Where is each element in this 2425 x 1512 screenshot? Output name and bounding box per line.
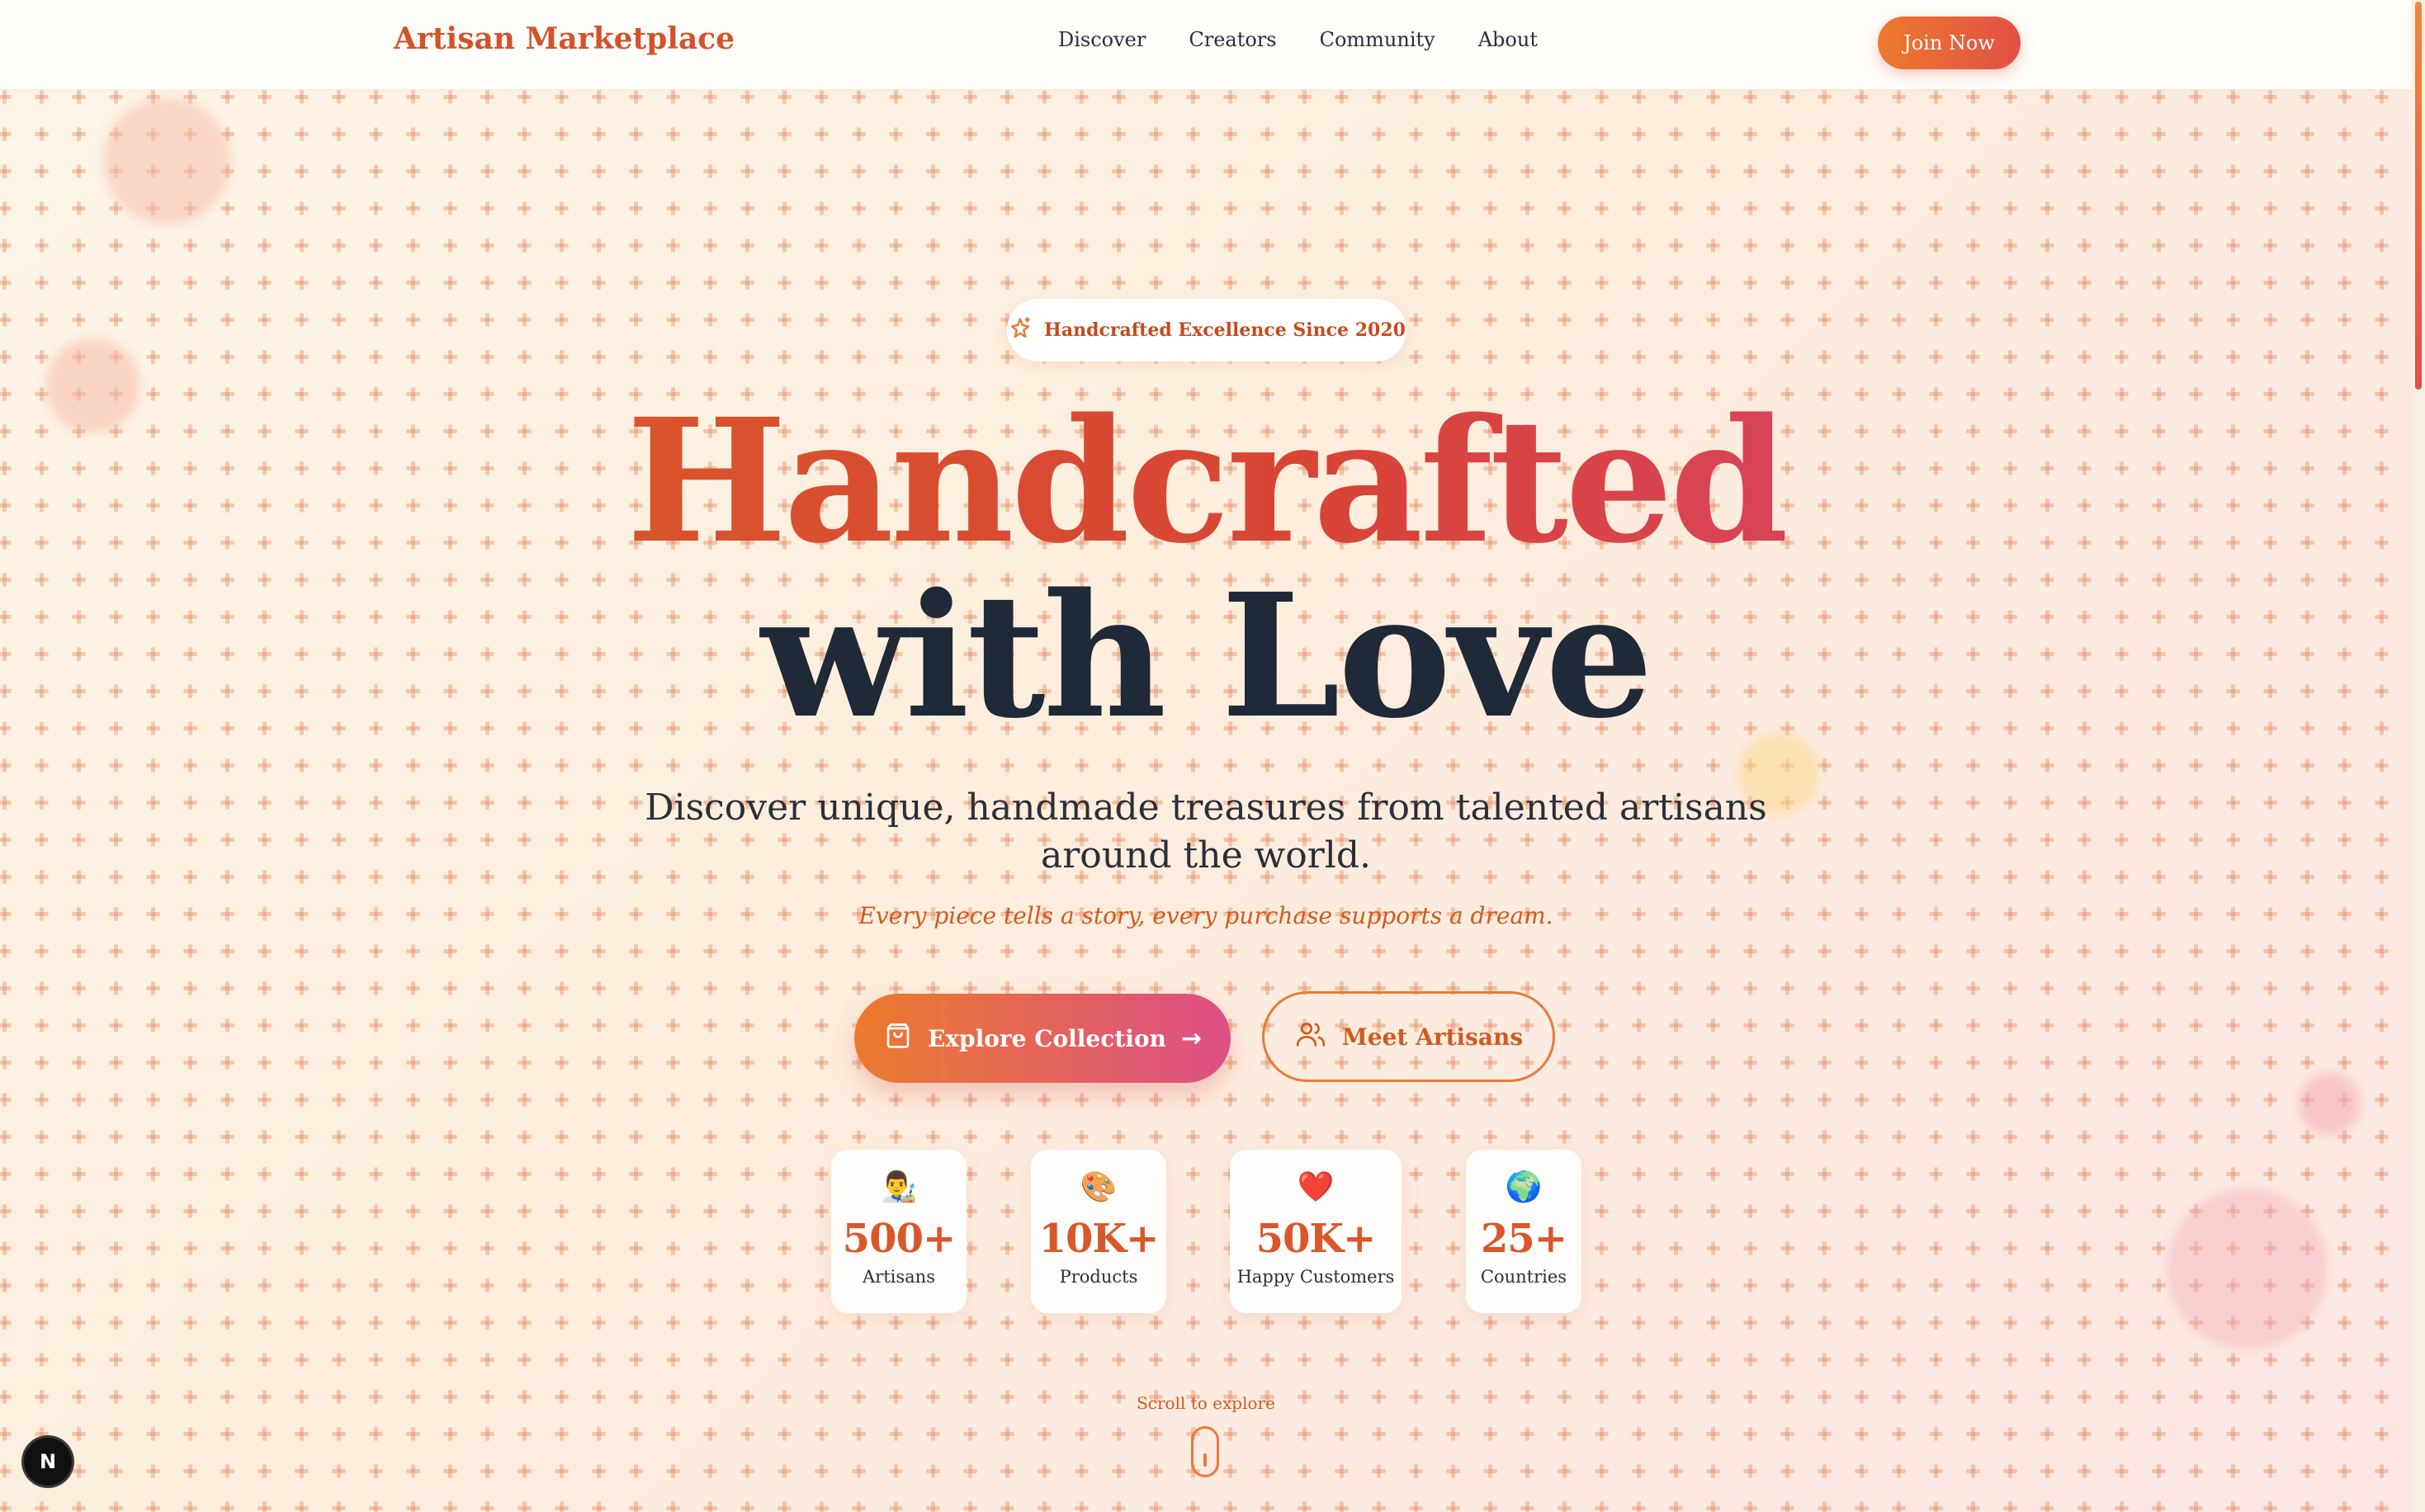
- since-badge: Handcrafted Excellence Since 2020: [1007, 299, 1406, 361]
- nav-about[interactable]: About: [1478, 28, 1538, 51]
- stat-card-customers: ❤️ 50K+ Happy Customers: [1230, 1150, 1402, 1313]
- stat-value: 25+: [1480, 1216, 1567, 1262]
- users-icon: [1294, 1018, 1327, 1056]
- hero-title-line1: Handcrafted: [0, 396, 2412, 566]
- explore-collection-label: Explore Collection: [927, 1024, 1166, 1052]
- shopping-bag-icon: [883, 1021, 913, 1056]
- mouse-icon[interactable]: [1191, 1426, 1219, 1477]
- meet-artisans-label: Meet Artisans: [1341, 1023, 1524, 1051]
- page-scrollbar[interactable]: [2412, 0, 2425, 1512]
- mouse-wheel: [1203, 1453, 1207, 1467]
- nav-creators[interactable]: Creators: [1189, 28, 1276, 51]
- stat-value: 500+: [842, 1216, 956, 1262]
- nav-community[interactable]: Community: [1320, 28, 1435, 51]
- stat-card-artisans: 👨‍🎨 500+ Artisans: [831, 1150, 967, 1313]
- arrow-right-icon: →: [1180, 1023, 1203, 1053]
- stat-label: Happy Customers: [1236, 1267, 1395, 1287]
- brand-logo[interactable]: Artisan Marketplace: [394, 21, 735, 56]
- meet-artisans-button[interactable]: Meet Artisans: [1262, 991, 1555, 1082]
- stat-label: Artisans: [863, 1267, 935, 1287]
- site-header: Artisan Marketplace Discover Creators Co…: [0, 0, 2412, 89]
- main-nav: Discover Creators Community About: [1058, 28, 1538, 51]
- decorative-blob: [2299, 1073, 2361, 1135]
- sparkles-icon: [1008, 316, 1033, 344]
- hero-title-line2: with Love: [760, 556, 1653, 756]
- decorative-blob: [2167, 1188, 2328, 1349]
- explore-collection-button[interactable]: Explore Collection →: [854, 994, 1231, 1083]
- artist-icon: 👨‍🎨: [880, 1170, 918, 1204]
- join-now-button[interactable]: Join Now: [1878, 17, 2021, 69]
- heart-icon: ❤️: [1297, 1170, 1335, 1204]
- stat-label: Countries: [1480, 1267, 1567, 1287]
- hero-tagline: Every piece tells a story, every purchas…: [858, 902, 1553, 929]
- globe-icon: 🌍: [1505, 1170, 1543, 1204]
- stat-value: 10K+: [1038, 1216, 1160, 1262]
- stat-card-countries: 🌍 25+ Countries: [1466, 1150, 1581, 1313]
- dev-tools-badge[interactable]: N: [24, 1438, 72, 1486]
- decorative-blob: [103, 97, 231, 225]
- stat-label: Products: [1059, 1267, 1138, 1287]
- stat-value: 50K+: [1255, 1216, 1377, 1262]
- scrollbar-thumb[interactable]: [2415, 2, 2422, 390]
- nav-discover[interactable]: Discover: [1058, 28, 1146, 51]
- palette-icon: 🎨: [1080, 1170, 1118, 1204]
- stat-card-products: 🎨 10K+ Products: [1031, 1150, 1166, 1313]
- since-badge-text: Handcrafted Excellence Since 2020: [1044, 319, 1406, 341]
- scroll-hint: Scroll to explore: [1137, 1393, 1275, 1413]
- hero-subtitle: Discover unique, handmade treasures from…: [645, 787, 1767, 876]
